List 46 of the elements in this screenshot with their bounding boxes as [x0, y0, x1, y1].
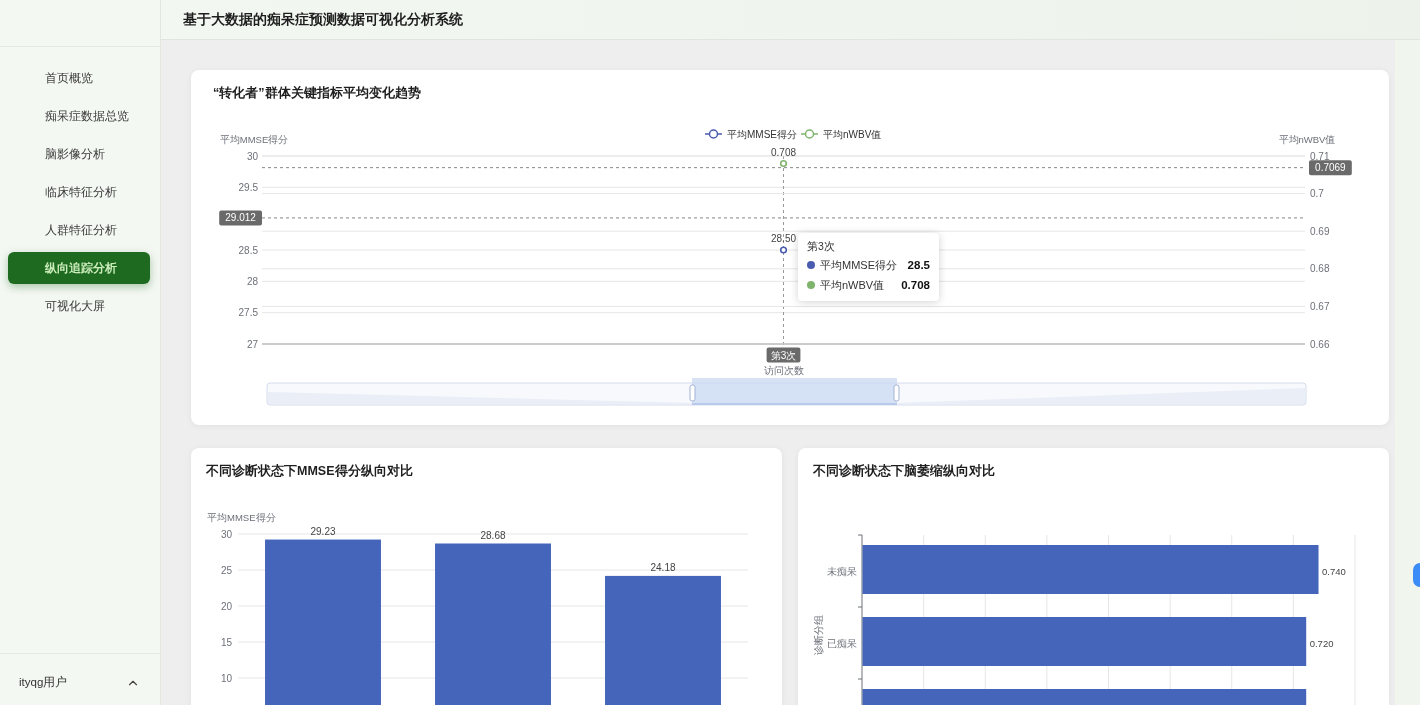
tooltip-label: 平均MMSE得分	[820, 257, 898, 273]
axis-tick-label: 30	[246, 150, 258, 162]
axis-tick-label: 0.67	[1310, 300, 1330, 312]
bar-value-label: 24.18	[650, 561, 676, 573]
axis-tick-label: 25	[220, 564, 232, 576]
data-label: 0.708	[771, 146, 796, 158]
category-label: 未痴呆	[827, 565, 857, 577]
ref-line-label: 0.7069	[1315, 162, 1347, 174]
category-label: 已痴呆	[827, 637, 857, 649]
tooltip-title: 第3次	[807, 239, 835, 254]
axis-title: 平均nWBV值	[1278, 134, 1336, 145]
bar-value-label: 0.740	[1322, 565, 1346, 577]
axis-tick-label: 20	[220, 600, 232, 612]
axis-tick-label: 28	[246, 275, 258, 287]
axis-pointer-label: 29.012	[219, 210, 262, 226]
axis-tick-label: 29.5	[238, 181, 258, 193]
card-title: 不同诊断状态下MMSE得分纵向对比	[206, 463, 413, 480]
axis-tick-label: 0.66	[1310, 338, 1330, 350]
card-title: “转化者”群体关键指标平均变化趋势	[213, 85, 421, 102]
axis-pointer-label: 第3次	[766, 347, 801, 363]
bar-value-label: 0.720	[1309, 637, 1334, 649]
axis-tick-label: 0.71	[1310, 150, 1330, 162]
x-tick-label: 第3次	[770, 349, 797, 361]
axis-pointer-label: 0.7069	[1309, 160, 1352, 176]
axis-title: 诊断分组	[813, 615, 824, 655]
axis-tick-label: 10	[220, 672, 232, 684]
axis-tick-label: 0.7	[1310, 188, 1324, 200]
axis-tick-label: 0.69	[1310, 225, 1330, 237]
card-title: 不同诊断状态下脑萎缩纵向对比	[813, 463, 995, 480]
tooltip-label: 平均nWBV值	[820, 277, 886, 293]
bar-value-label: 28.68	[480, 529, 506, 541]
page-title: 基于大数据的痴呆症预测数据可视化分析系统	[183, 10, 463, 29]
data-label: 28.50	[771, 233, 796, 244]
axis-tick-label: 27	[246, 338, 258, 350]
axis-tick-label: 15	[220, 636, 232, 648]
tooltip-value: 0.708	[901, 279, 930, 291]
axis-tick-label: 0.68	[1310, 263, 1330, 275]
axis-title: 平均MMSE得分	[219, 134, 289, 145]
bar-value-label: 29.23	[310, 525, 336, 537]
axis-tick-label: 27.5	[238, 307, 258, 319]
axis-title: 平均MMSE得分	[207, 512, 276, 523]
axis-tick-label: 28.5	[238, 244, 258, 256]
tooltip-value: 28.5	[907, 259, 930, 271]
ref-line-label: 29.012	[225, 212, 257, 224]
axis-tick-label: 30	[220, 528, 232, 540]
axis-title: 访问次数	[763, 364, 804, 376]
